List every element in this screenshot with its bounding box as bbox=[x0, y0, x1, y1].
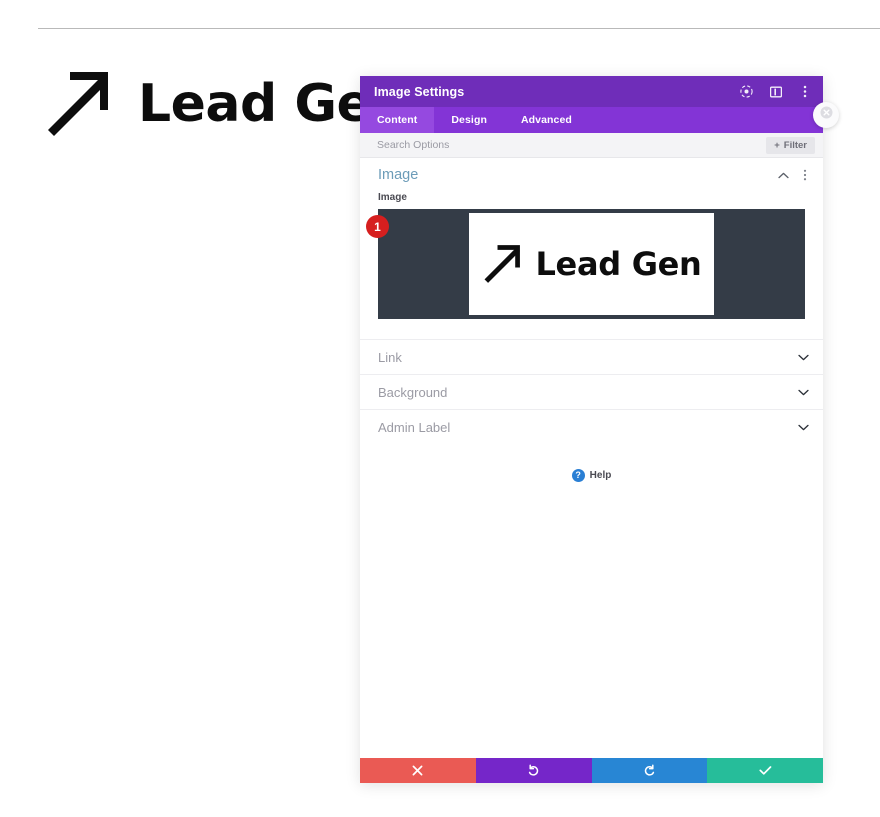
save-button[interactable] bbox=[707, 758, 823, 783]
chevron-down-icon[interactable] bbox=[797, 421, 809, 433]
image-preview-text: Lead Gen bbox=[535, 245, 702, 283]
image-preview[interactable]: Lead Gen bbox=[378, 209, 805, 319]
plus-icon: + bbox=[774, 139, 780, 151]
check-icon bbox=[759, 765, 772, 776]
section-more-vertical-icon[interactable] bbox=[799, 169, 811, 181]
diagonal-arrow-up-right-icon bbox=[42, 66, 120, 142]
modal-header: Image Settings bbox=[360, 76, 823, 107]
filter-button[interactable]: + Filter bbox=[766, 136, 815, 154]
question-circle-icon: ? bbox=[571, 469, 585, 482]
chevron-up-icon[interactable] bbox=[777, 169, 789, 181]
more-vertical-icon[interactable] bbox=[798, 85, 811, 98]
undo-button[interactable] bbox=[475, 758, 592, 783]
modal-title: Image Settings bbox=[374, 84, 465, 99]
modal-close-button[interactable] bbox=[813, 102, 839, 128]
preview-diagonal-arrow-up-right-icon bbox=[481, 241, 527, 287]
page-logo: Lead Gen bbox=[42, 66, 408, 142]
modal-footer bbox=[360, 758, 823, 783]
chevron-down-icon[interactable] bbox=[797, 386, 809, 398]
section-image-title: Image bbox=[378, 167, 419, 183]
tab-design[interactable]: Design bbox=[434, 107, 504, 133]
section-background-title: Background bbox=[378, 384, 448, 400]
redo-button[interactable] bbox=[591, 758, 708, 783]
chevron-down-icon[interactable] bbox=[797, 351, 809, 363]
redo-icon bbox=[643, 764, 656, 777]
section-link[interactable]: Link bbox=[360, 339, 823, 374]
section-image-header[interactable]: Image bbox=[360, 158, 823, 192]
section-image-header-icons bbox=[777, 169, 811, 181]
section-link-title: Link bbox=[378, 349, 402, 365]
layout-columns-icon[interactable] bbox=[769, 85, 782, 98]
image-field-label: Image bbox=[378, 192, 407, 203]
filter-button-label: Filter bbox=[783, 139, 807, 151]
order-badge: 1 bbox=[366, 215, 389, 238]
search-input[interactable] bbox=[377, 139, 767, 151]
modal-tab-bar: Content Design Advanced bbox=[360, 107, 823, 133]
help-label: Help bbox=[589, 470, 612, 481]
modal-body: Image Image 1 Lead Gen Link Background A… bbox=[360, 158, 823, 758]
modal-header-icons bbox=[740, 85, 811, 98]
undo-icon bbox=[527, 764, 540, 777]
top-divider bbox=[38, 28, 880, 29]
section-admin-label-title: Admin Label bbox=[378, 419, 451, 435]
image-preview-wrapper: 1 Lead Gen bbox=[360, 209, 823, 339]
image-preview-content: Lead Gen bbox=[469, 213, 714, 315]
image-settings-modal: Image Settings Content Design Advanced S… bbox=[360, 76, 823, 783]
section-admin-label[interactable]: Admin Label bbox=[360, 409, 823, 444]
help-link[interactable]: ? Help bbox=[360, 444, 823, 482]
tab-advanced[interactable]: Advanced bbox=[504, 107, 589, 133]
close-icon bbox=[412, 765, 423, 776]
search-options-row: + Filter bbox=[360, 133, 823, 158]
fullscreen-icon[interactable] bbox=[740, 85, 753, 98]
tab-content[interactable]: Content bbox=[360, 107, 435, 133]
section-background[interactable]: Background bbox=[360, 374, 823, 409]
cancel-button[interactable] bbox=[360, 758, 476, 783]
close-icon bbox=[820, 106, 833, 124]
